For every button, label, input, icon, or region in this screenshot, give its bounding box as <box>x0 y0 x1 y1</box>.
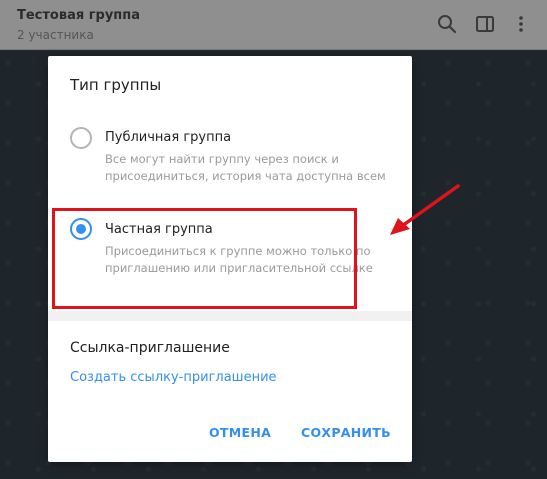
sidebar-toggle-icon[interactable] <box>474 13 496 35</box>
option-public-group[interactable]: Публичная группа Все могут найти группу … <box>48 122 412 202</box>
option-label: Публичная группа <box>105 130 232 145</box>
invite-section-title: Ссылка-приглашение <box>70 340 230 356</box>
chat-title[interactable]: Тестовая группа <box>17 8 140 23</box>
chat-header: Тестовая группа 2 участника <box>0 0 547 50</box>
create-invite-link[interactable]: Создать ссылку-приглашение <box>70 370 277 385</box>
more-vertical-icon[interactable] <box>510 13 532 35</box>
section-divider <box>48 311 412 321</box>
save-button[interactable]: СОХРАНИТЬ <box>301 425 391 440</box>
annotation-highlight-box <box>52 208 357 309</box>
search-icon[interactable] <box>436 13 458 35</box>
cancel-button[interactable]: ОТМЕНА <box>209 425 271 440</box>
chat-member-count: 2 участника <box>17 28 94 42</box>
dialog-title: Тип группы <box>70 76 162 94</box>
option-description: Все могут найти группу через поиск и при… <box>105 152 386 183</box>
annotation-arrow-icon <box>390 184 460 235</box>
radio-public-group[interactable] <box>70 127 92 149</box>
